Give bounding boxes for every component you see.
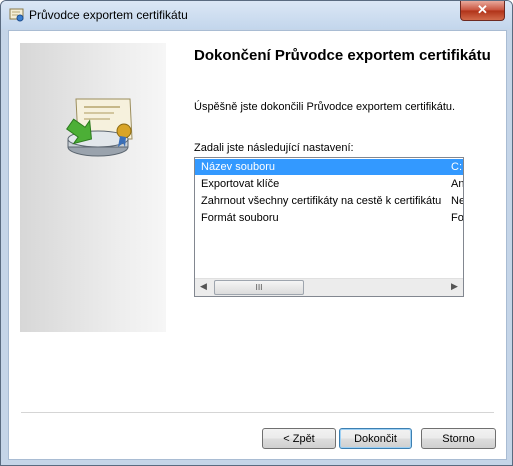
window-title: Průvodce exportem certifikátu bbox=[29, 8, 188, 22]
setting-name: Zahrnout všechny certifikáty na cestě k … bbox=[201, 195, 442, 207]
setting-name: Název souboru bbox=[201, 161, 275, 173]
settings-label: Zadali jste následující nastavení: bbox=[194, 142, 354, 154]
close-button[interactable]: ✕ bbox=[460, 1, 505, 21]
title-bar[interactable]: Průvodce exportem certifikátu ✕ bbox=[1, 1, 512, 29]
scroll-left-icon[interactable]: ◀ bbox=[195, 279, 212, 296]
cancel-button[interactable]: Storno bbox=[421, 428, 496, 449]
back-button[interactable]: < Zpět bbox=[262, 428, 336, 449]
setting-name: Formát souboru bbox=[201, 212, 279, 224]
grip-icon: III bbox=[255, 283, 263, 292]
certificate-export-art-icon bbox=[66, 98, 133, 157]
scrollbar-thumb[interactable]: III bbox=[214, 280, 304, 295]
horizontal-scrollbar[interactable]: ◀ III ▶ bbox=[195, 278, 463, 296]
button-separator bbox=[21, 412, 494, 414]
setting-value: An bbox=[451, 178, 463, 190]
certificate-icon bbox=[9, 7, 25, 23]
setting-value: Fo bbox=[451, 212, 463, 224]
wizard-heading: Dokončení Průvodce exportem certifikátu bbox=[194, 47, 491, 64]
settings-list[interactable]: Název souboru C: Exportovat klíče An Zah… bbox=[194, 157, 464, 297]
setting-value: C: bbox=[451, 161, 462, 173]
success-message: Úspěšně jste dokončili Průvodce exportem… bbox=[194, 101, 456, 113]
list-item[interactable]: Exportovat klíče An bbox=[195, 176, 463, 192]
wizard-side-panel bbox=[20, 43, 166, 332]
setting-name: Exportovat klíče bbox=[201, 178, 280, 190]
setting-value: Ne bbox=[451, 195, 463, 207]
list-item[interactable]: Formát souboru Fo bbox=[195, 210, 463, 226]
scroll-right-icon[interactable]: ▶ bbox=[446, 279, 463, 296]
list-item[interactable]: Zahrnout všechny certifikáty na cestě k … bbox=[195, 193, 463, 209]
wizard-content: Dokončení Průvodce exportem certifikátu … bbox=[8, 30, 507, 460]
finish-button[interactable]: Dokončit bbox=[339, 428, 412, 449]
wizard-window: Průvodce exportem certifikátu ✕ Dokončen… bbox=[0, 0, 513, 466]
close-icon: ✕ bbox=[477, 2, 488, 17]
list-item[interactable]: Název souboru C: bbox=[195, 159, 463, 175]
